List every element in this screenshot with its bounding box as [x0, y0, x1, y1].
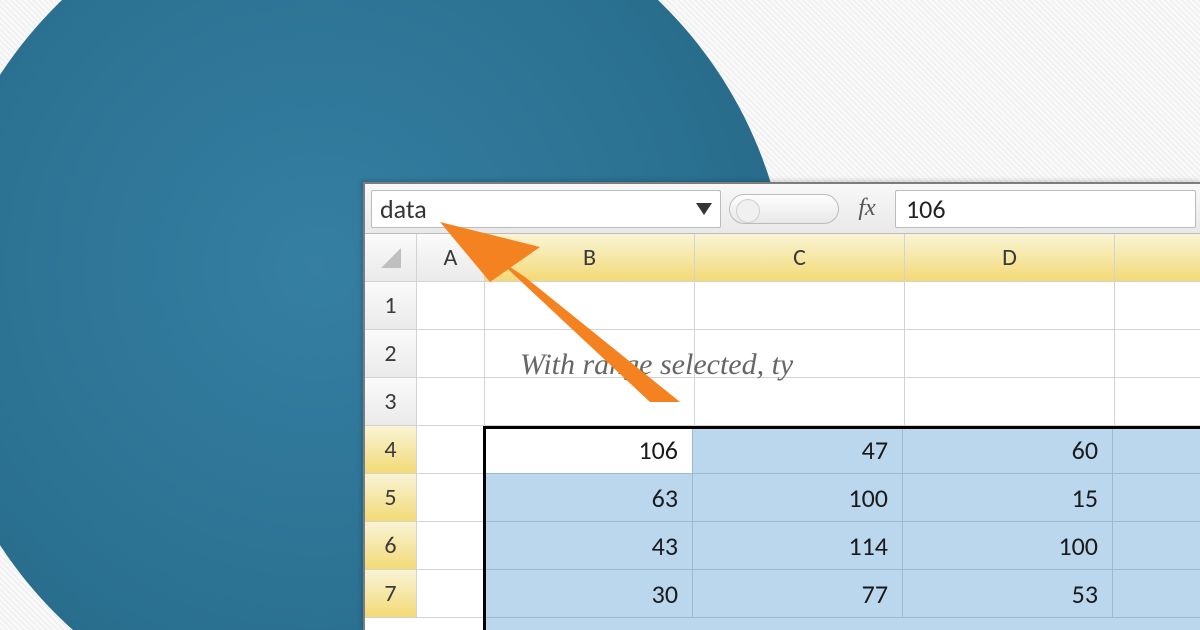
- cell-D4-sel[interactable]: 60: [903, 426, 1113, 474]
- selected-range-cells: 106 47 60 63 100 15 43 114 100 30 77 53: [483, 426, 1200, 630]
- formula-bar-value-text: 106: [906, 193, 946, 225]
- cell-B5-sel[interactable]: 63: [483, 474, 693, 522]
- formula-bar-expand-pill[interactable]: [729, 194, 839, 224]
- row-header-7[interactable]: 7: [365, 570, 417, 618]
- cell-A2[interactable]: [417, 330, 485, 378]
- col-header-A[interactable]: A: [417, 234, 485, 282]
- cell-B6-sel[interactable]: 43: [483, 522, 693, 570]
- cell-B7-sel[interactable]: 30: [483, 570, 693, 618]
- cell-B3[interactable]: [485, 378, 695, 426]
- row-header-3[interactable]: 3: [365, 378, 417, 426]
- cell-E5-sel[interactable]: [1113, 474, 1200, 522]
- cell-E1[interactable]: [1115, 282, 1200, 330]
- stage: data fx 106 A B C D 1: [0, 0, 1200, 630]
- formula-bar: data fx 106: [365, 184, 1200, 234]
- cell-C7-sel[interactable]: 77: [693, 570, 903, 618]
- cell-A7[interactable]: [417, 570, 485, 618]
- cell-E2[interactable]: [1115, 330, 1200, 378]
- row-header-1[interactable]: 1: [365, 282, 417, 330]
- cell-A6[interactable]: [417, 522, 485, 570]
- fx-label[interactable]: fx: [847, 195, 887, 222]
- cell-D1[interactable]: [905, 282, 1115, 330]
- cell-B1[interactable]: [485, 282, 695, 330]
- cell-D2[interactable]: [905, 330, 1115, 378]
- cell-E6-sel[interactable]: [1113, 522, 1200, 570]
- cell-C5-sel[interactable]: 100: [693, 474, 903, 522]
- col-header-B[interactable]: B: [485, 234, 695, 282]
- row-header-4[interactable]: 4: [365, 426, 417, 474]
- cell-B4-sel[interactable]: 106: [483, 426, 693, 474]
- cell-C3[interactable]: [695, 378, 905, 426]
- name-box[interactable]: data: [371, 190, 721, 228]
- col-header-C[interactable]: C: [695, 234, 905, 282]
- cell-A3[interactable]: [417, 378, 485, 426]
- row-header-2[interactable]: 2: [365, 330, 417, 378]
- col-header-extra[interactable]: [1115, 234, 1200, 282]
- select-all-corner[interactable]: [365, 234, 417, 282]
- cell-A4[interactable]: [417, 426, 485, 474]
- cell-E7-sel[interactable]: [1113, 570, 1200, 618]
- cell-A5[interactable]: [417, 474, 485, 522]
- cell-C6-sel[interactable]: 114: [693, 522, 903, 570]
- row-header-6[interactable]: 6: [365, 522, 417, 570]
- name-box-dropdown-icon[interactable]: [696, 203, 712, 215]
- cell-C1[interactable]: [695, 282, 905, 330]
- cell-D6-sel[interactable]: 100: [903, 522, 1113, 570]
- cell-E4-sel[interactable]: [1113, 426, 1200, 474]
- cell-C4-sel[interactable]: 47: [693, 426, 903, 474]
- hint-text: With range selected, ty: [520, 348, 793, 382]
- cell-A1[interactable]: [417, 282, 485, 330]
- selected-range[interactable]: 106 47 60 63 100 15 43 114 100 30 77 53: [483, 426, 1200, 630]
- row-header-5[interactable]: 5: [365, 474, 417, 522]
- cell-E3[interactable]: [1115, 378, 1200, 426]
- cell-D7-sel[interactable]: 53: [903, 570, 1113, 618]
- formula-bar-value[interactable]: 106: [895, 190, 1196, 228]
- cell-D3[interactable]: [905, 378, 1115, 426]
- col-header-D[interactable]: D: [905, 234, 1115, 282]
- cell-D5-sel[interactable]: 15: [903, 474, 1113, 522]
- name-box-value: data: [380, 193, 427, 225]
